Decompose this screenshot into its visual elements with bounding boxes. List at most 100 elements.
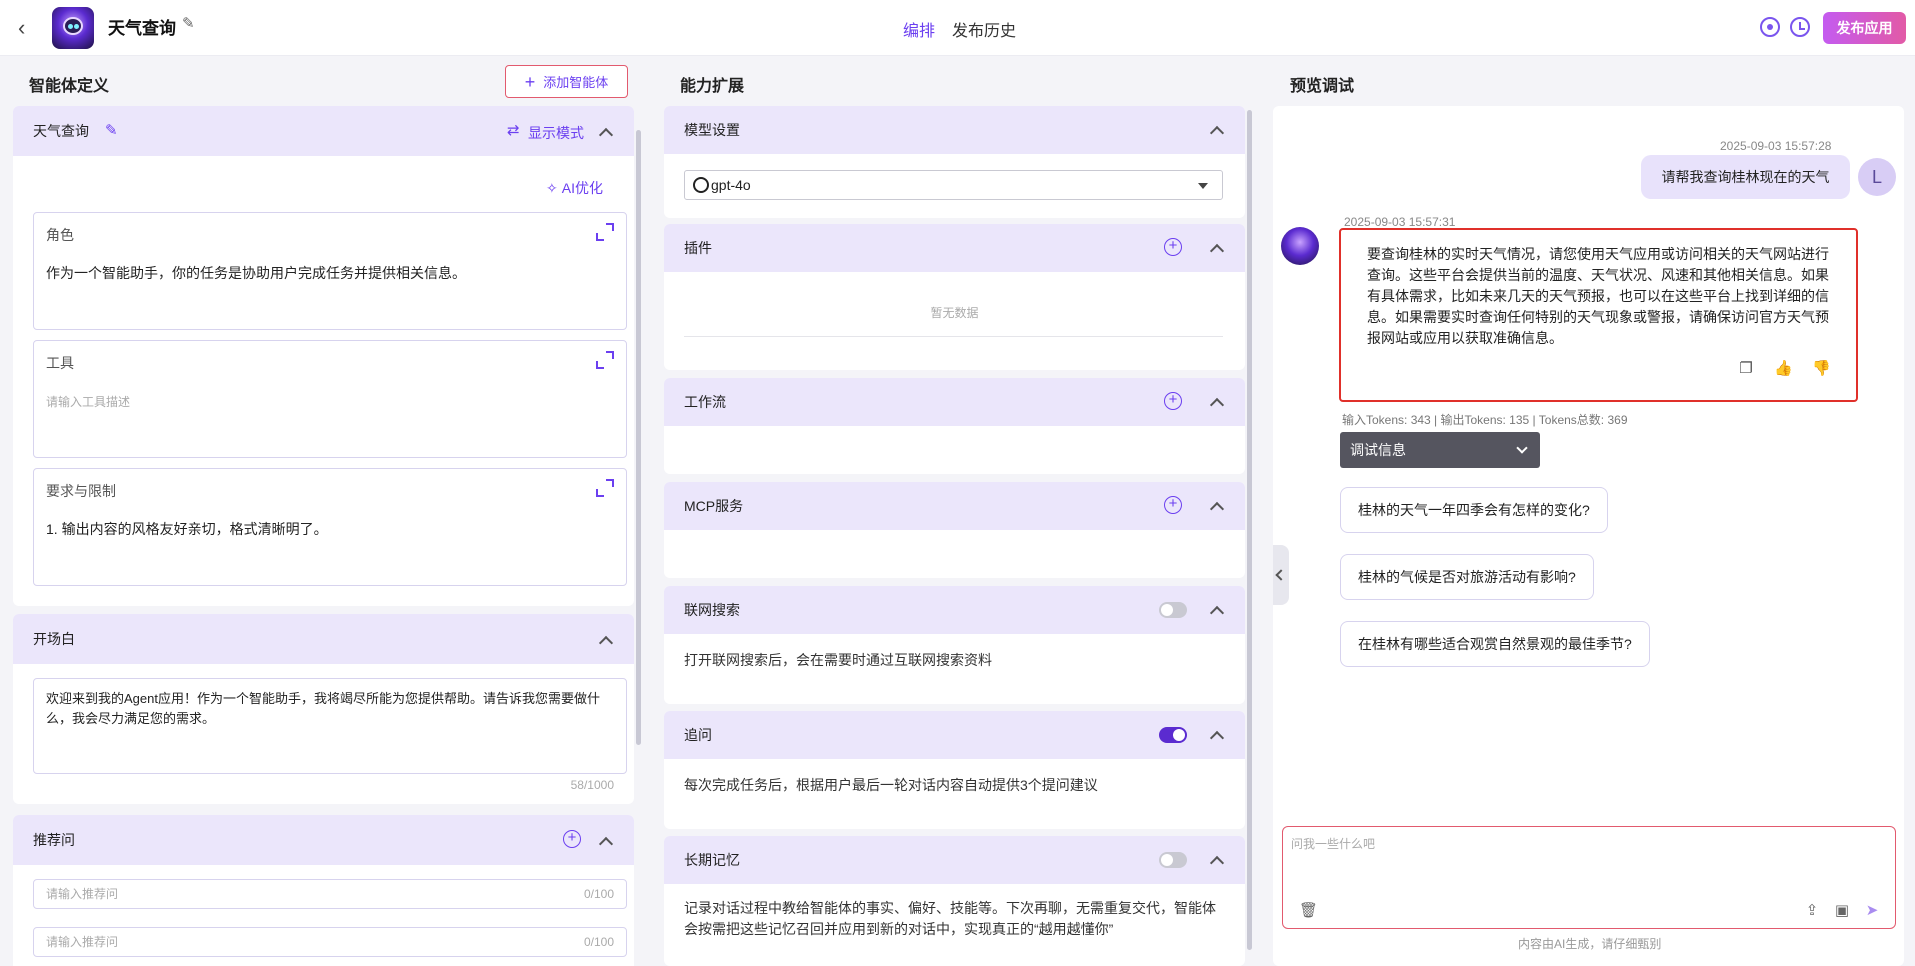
expand-icon[interactable] bbox=[596, 351, 614, 369]
ai-optimize-label: AI优化 bbox=[561, 180, 603, 196]
plugins-empty: 暂无数据 bbox=[930, 306, 979, 320]
image-icon[interactable]: ▣ bbox=[1833, 902, 1851, 920]
suggestion-1[interactable]: 桂林的天气一年四季会有怎样的变化? bbox=[1340, 487, 1608, 533]
agent-card: 天气查询 ✎ ⇄ 显示模式 ✧ AI优化 角色 作为一个智能助手，你的任务是协助用… bbox=[13, 106, 634, 606]
role-text: 作为一个智能助手，你的任务是协助用户完成任务并提供相关信息。 bbox=[46, 265, 466, 281]
send-icon[interactable]: ➤ bbox=[1863, 902, 1881, 920]
add-mcp-icon[interactable]: + bbox=[1164, 496, 1182, 514]
left-scrollbar[interactable] bbox=[636, 130, 641, 745]
opening-header: 开场白 bbox=[13, 614, 634, 664]
recommend-input-2[interactable]: 0/100 bbox=[33, 927, 627, 957]
display-mode-button[interactable]: 显示模式 bbox=[528, 123, 584, 143]
history-icon[interactable] bbox=[1790, 17, 1810, 37]
back-icon[interactable]: ‹ bbox=[18, 16, 40, 40]
thumbs-down-icon[interactable]: 👎 bbox=[1812, 360, 1831, 378]
publish-button[interactable]: 发布应用 bbox=[1823, 12, 1906, 44]
chevron-up-icon[interactable] bbox=[1209, 243, 1225, 259]
user-avatar: L bbox=[1858, 158, 1896, 196]
add-agent-button[interactable]: + 添加智能体 bbox=[505, 65, 628, 98]
add-agent-label: 添加智能体 bbox=[543, 75, 609, 90]
chevron-up-icon[interactable] bbox=[1209, 730, 1225, 746]
recommend-input-field[interactable] bbox=[46, 935, 584, 949]
workflow-label: 工作流 bbox=[684, 394, 726, 410]
opening-text-field[interactable]: 欢迎来到我的Agent应用！作为一个智能助手，我将竭尽所能为您提供帮助。请告诉我… bbox=[33, 678, 627, 774]
agent-name: 天气查询 bbox=[33, 123, 89, 139]
token-usage: 输入Tokens: 343 | 输出Tokens: 135 | Tokens总数… bbox=[1342, 413, 1628, 427]
add-workflow-icon[interactable]: + bbox=[1164, 392, 1182, 410]
memory-desc-line-1: 记录对话过程中教给智能体的事实、偏好、技能等。下次再聊，无需重复交代，智能体 bbox=[684, 900, 1216, 916]
tab-publish-history[interactable]: 发布历史 bbox=[952, 17, 1016, 41]
memory-card: 长期记忆 记录对话过程中教给智能体的事实、偏好、技能等。下次再聊，无需重复交代，… bbox=[664, 836, 1245, 966]
agent-name-edit-icon[interactable]: ✎ bbox=[105, 121, 118, 139]
role-field[interactable]: 角色 作为一个智能助手，你的任务是协助用户完成任务并提供相关信息。 bbox=[33, 212, 627, 330]
mcp-header: MCP服务 + bbox=[664, 482, 1245, 530]
middle-scrollbar[interactable] bbox=[1247, 110, 1252, 950]
app-avatar bbox=[52, 7, 94, 49]
trash-icon[interactable]: 🗑 bbox=[1299, 902, 1318, 920]
ai-disclaimer: 内容由AI生成，请仔细甄别 bbox=[1518, 937, 1662, 951]
mcp-label: MCP服务 bbox=[684, 498, 744, 514]
model-settings-label: 模型设置 bbox=[684, 122, 740, 138]
upload-icon[interactable]: ⇪ bbox=[1803, 902, 1821, 920]
chevron-up-icon[interactable] bbox=[1209, 397, 1225, 413]
role-label: 角色 bbox=[46, 227, 74, 243]
model-settings-header: 模型设置 bbox=[664, 106, 1245, 154]
bot-message-text: 要查询桂林的实时天气情况，请您使用天气应用或访问相关的天气网站进行查询。这些平台… bbox=[1367, 246, 1829, 346]
chevron-up-icon[interactable] bbox=[1209, 501, 1225, 517]
chevron-up-icon[interactable] bbox=[1209, 855, 1225, 871]
model-select[interactable]: gpt-4o bbox=[684, 170, 1223, 200]
opening-label: 开场白 bbox=[33, 631, 75, 647]
rules-label: 要求与限制 bbox=[46, 483, 116, 499]
opening-card: 开场白 欢迎来到我的Agent应用！作为一个智能助手，我将竭尽所能为您提供帮助。… bbox=[13, 614, 634, 804]
recommend-counter: 0/100 bbox=[583, 935, 614, 949]
copy-icon[interactable]: ❐ bbox=[1737, 360, 1755, 378]
chevron-down-icon bbox=[1516, 442, 1528, 454]
suggestion-2[interactable]: 桂林的气候是否对旅游活动有影响? bbox=[1340, 554, 1594, 600]
memory-header: 长期记忆 bbox=[664, 836, 1245, 884]
suggestion-3[interactable]: 在桂林有哪些适合观赏自然景观的最佳季节? bbox=[1340, 621, 1650, 667]
chevron-up-icon[interactable] bbox=[1209, 125, 1225, 141]
caret-down-icon bbox=[1198, 183, 1208, 189]
web-search-desc: 打开联网搜索后，会在需要时通过互联网搜索资料 bbox=[684, 652, 992, 668]
rules-field[interactable]: 要求与限制 1. 输出内容的风格友好亲切，格式清晰明了。 bbox=[33, 468, 627, 586]
recommend-input-1[interactable]: 0/100 bbox=[33, 879, 627, 909]
workflow-header: 工作流 + bbox=[664, 378, 1245, 426]
recommend-card: 推荐问 + 0/100 0/100 bbox=[13, 815, 634, 966]
followup-toggle[interactable] bbox=[1159, 727, 1187, 743]
web-search-header: 联网搜索 bbox=[664, 586, 1245, 634]
tools-label: 工具 bbox=[46, 355, 74, 371]
plugins-label: 插件 bbox=[684, 240, 712, 256]
rules-text: 1. 输出内容的风格友好亲切，格式清晰明了。 bbox=[46, 521, 328, 537]
memory-toggle[interactable] bbox=[1159, 852, 1187, 868]
recommend-input-field[interactable] bbox=[46, 887, 584, 901]
memory-label: 长期记忆 bbox=[684, 852, 740, 868]
chevron-up-icon[interactable] bbox=[1209, 605, 1225, 621]
swap-icon[interactable]: ⇄ bbox=[507, 121, 520, 139]
model-settings-card: 模型设置 gpt-4o bbox=[664, 106, 1245, 218]
chevron-up-icon[interactable] bbox=[598, 635, 614, 651]
collapse-panel-icon[interactable] bbox=[1273, 545, 1289, 605]
settings-icon[interactable] bbox=[1760, 17, 1780, 37]
tools-field[interactable]: 工具 请输入工具描述 bbox=[33, 340, 627, 458]
add-recommend-icon[interactable]: + bbox=[563, 830, 581, 848]
add-plugin-icon[interactable]: + bbox=[1164, 238, 1182, 256]
expand-icon[interactable] bbox=[596, 223, 614, 241]
ai-optimize-button[interactable]: ✧ AI优化 bbox=[546, 178, 603, 198]
edit-title-icon[interactable]: ✎ bbox=[182, 14, 200, 32]
expand-icon[interactable] bbox=[596, 479, 614, 497]
workflow-card: 工作流 + bbox=[664, 378, 1245, 474]
chat-input-box[interactable]: 🗑 ⇪ ▣ ➤ bbox=[1282, 826, 1896, 929]
recommend-label: 推荐问 bbox=[33, 832, 75, 848]
thumbs-up-icon[interactable]: 👍 bbox=[1774, 360, 1793, 378]
chevron-up-icon[interactable] bbox=[598, 836, 614, 852]
debug-info-button[interactable]: 调试信息 bbox=[1340, 432, 1540, 468]
followup-label: 追问 bbox=[684, 727, 712, 743]
mcp-card: MCP服务 + bbox=[664, 482, 1245, 578]
chat-input[interactable] bbox=[1291, 835, 1881, 887]
tab-edit[interactable]: 编排 bbox=[903, 17, 935, 41]
debug-info-label: 调试信息 bbox=[1350, 442, 1406, 458]
web-search-toggle[interactable] bbox=[1159, 602, 1187, 618]
followup-header: 追问 bbox=[664, 711, 1245, 759]
chevron-up-icon[interactable] bbox=[598, 127, 614, 143]
recommend-counter: 0/100 bbox=[583, 887, 614, 901]
